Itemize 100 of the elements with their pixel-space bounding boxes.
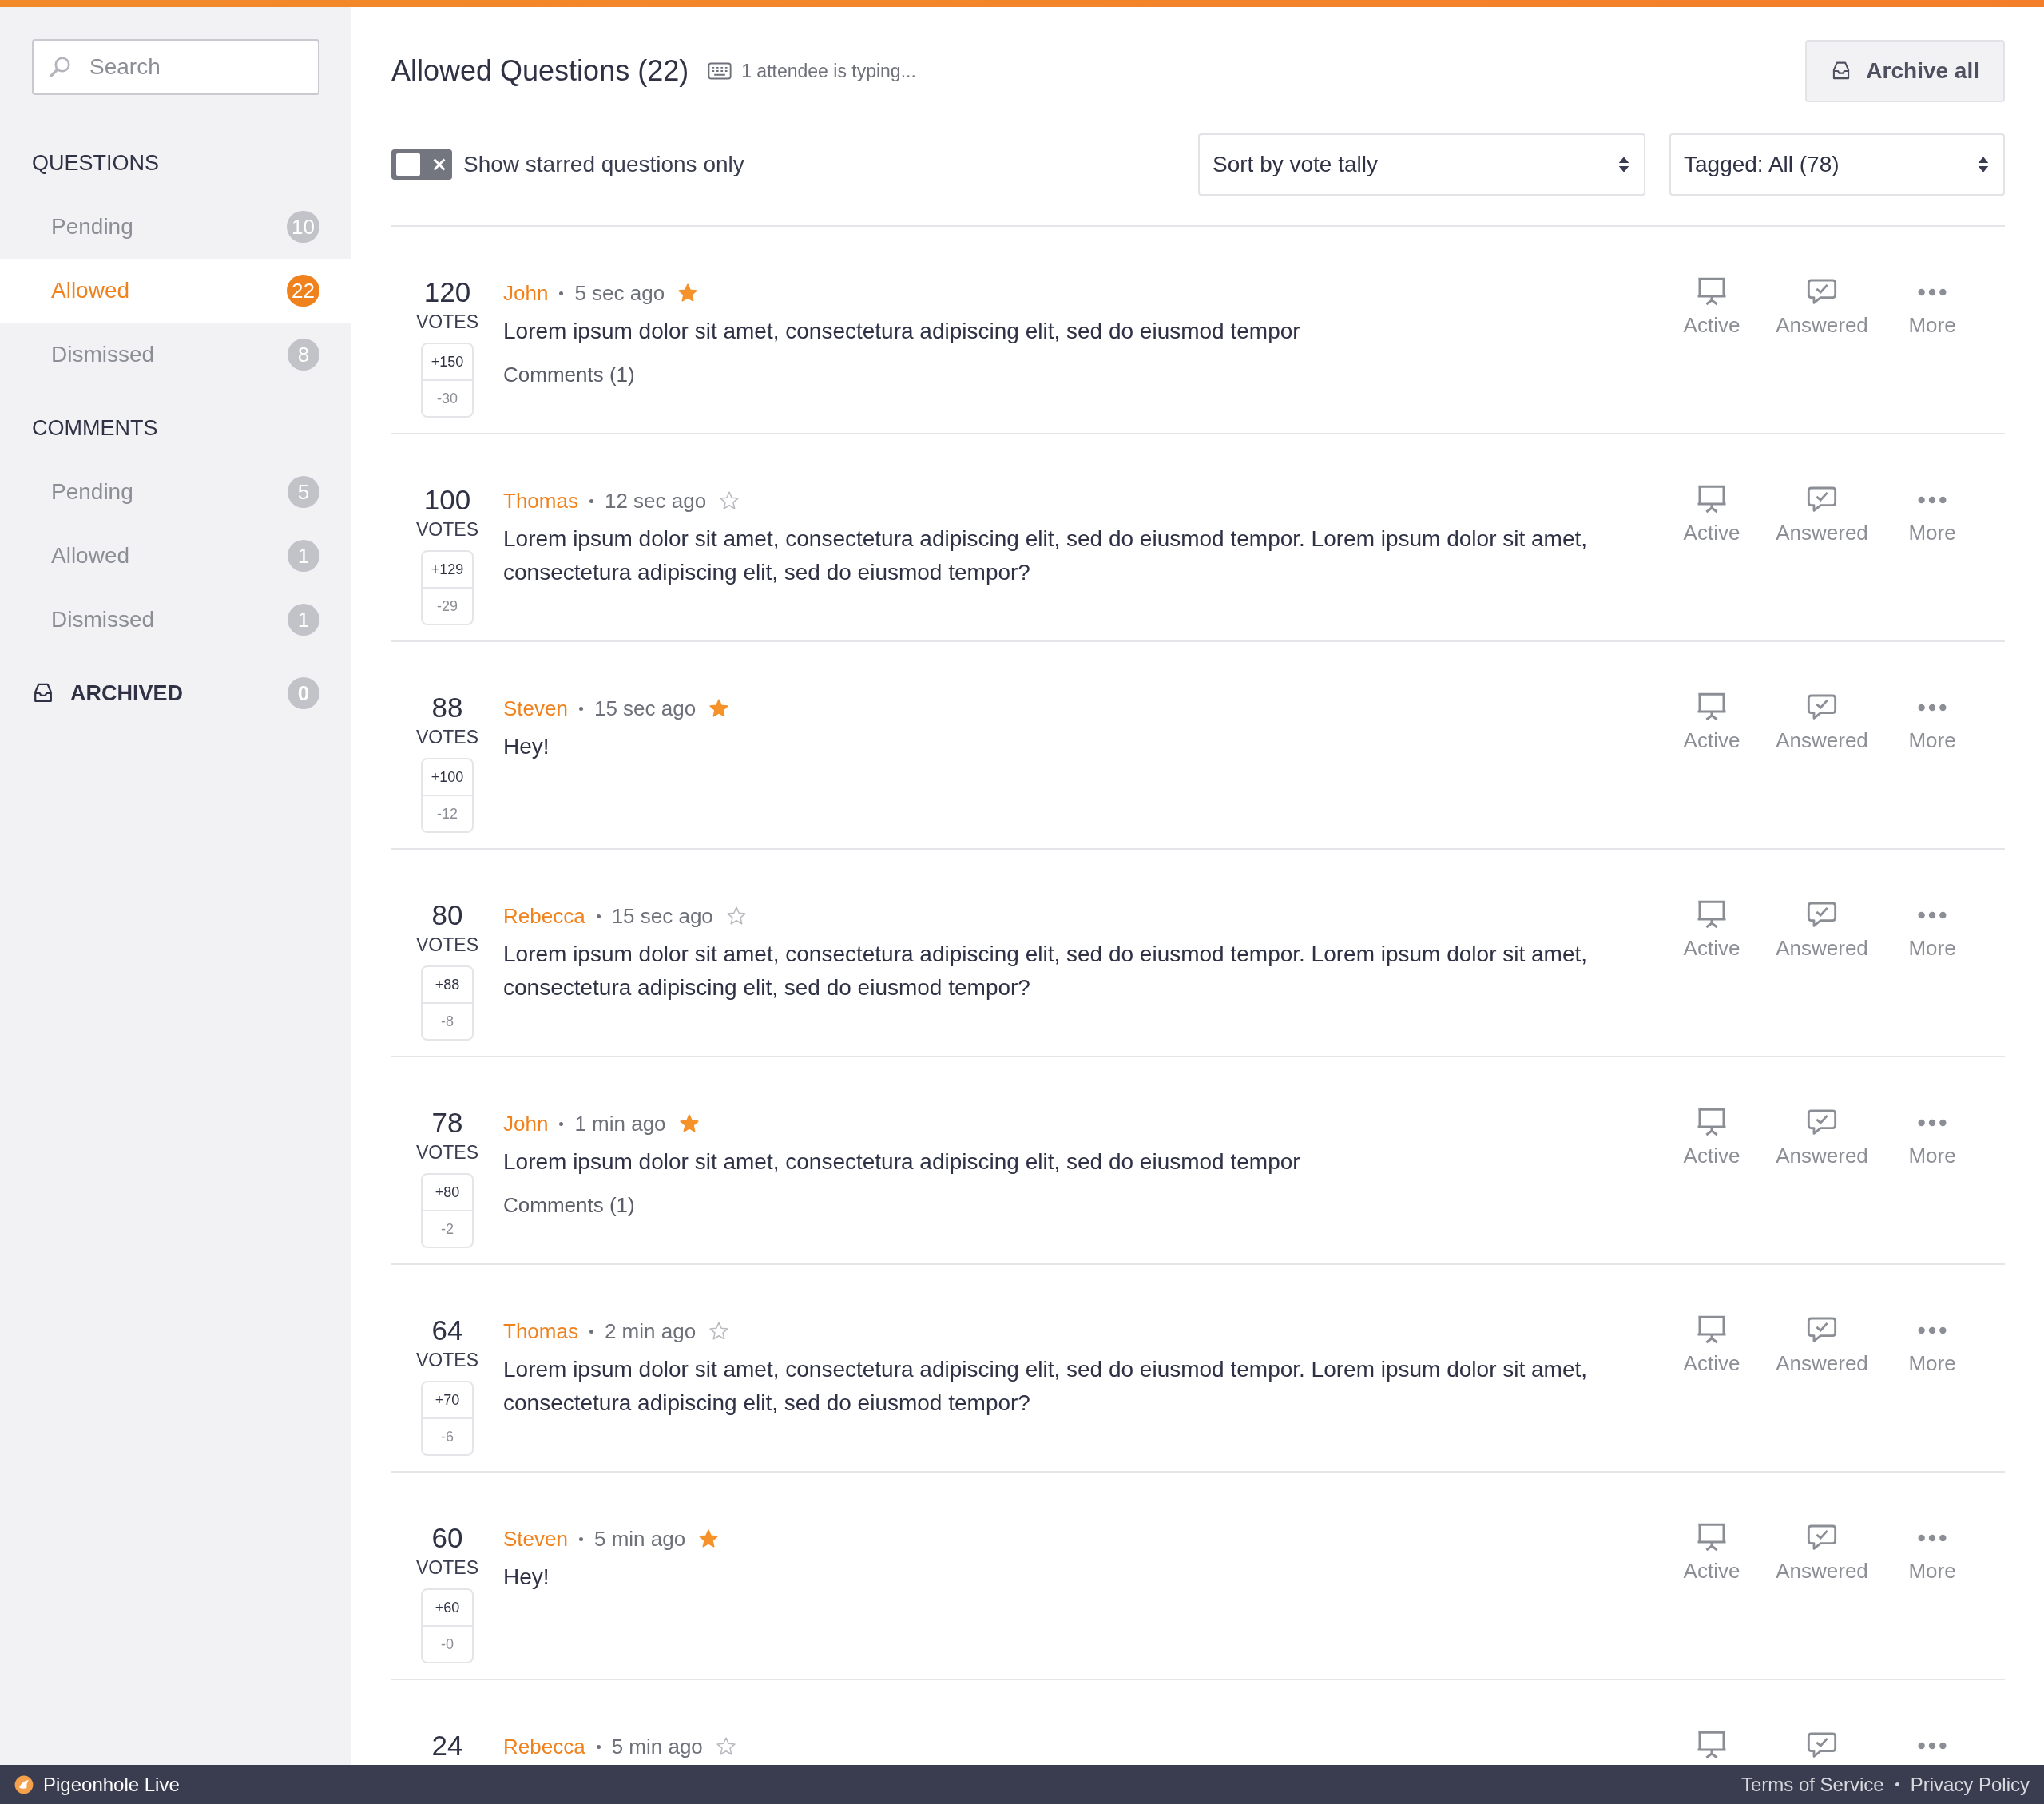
downvote-count: -29 [436, 597, 458, 616]
answered-button[interactable]: Answered [1775, 484, 1869, 640]
more-dots-icon[interactable] [1916, 1740, 1948, 1751]
author-link[interactable]: Rebecca [503, 1734, 585, 1759]
upvote-count: +60 [423, 1590, 472, 1627]
author-link[interactable]: Rebecca [503, 903, 585, 929]
star-icon[interactable] [677, 283, 699, 303]
star-outline-icon[interactable] [708, 1321, 730, 1342]
sidebar-item[interactable]: Pending 5 [0, 460, 351, 524]
sidebar-item[interactable]: Dismissed 1 [0, 588, 351, 652]
pigeon-logo-icon [14, 1774, 34, 1794]
author-link[interactable]: John [503, 1111, 549, 1136]
star-outline-icon[interactable] [715, 1736, 736, 1757]
question-text: Lorem ipsum dolor sit amet, consectetura adipiscing elit, sed do eiusmod tempor. Lorem ipsum dolor sit amet, consectetura adipiscing elit, sed do eiusmod tempor? [503, 941, 1589, 1001]
archived-item[interactable]: ARCHIVED 0 [0, 669, 351, 717]
more-button[interactable]: More [1885, 1314, 1979, 1471]
answered-button[interactable]: Answered [1775, 1522, 1869, 1679]
answered-button[interactable]: Answered [1775, 692, 1869, 848]
more-dots-icon [1916, 287, 1948, 298]
upvote-count: +80 [423, 1175, 472, 1211]
active-button[interactable]: Active [1665, 1522, 1759, 1679]
timestamp: 5 min ago [611, 1734, 703, 1759]
timestamp: 2 min ago [604, 1318, 697, 1344]
timestamp: 15 sec ago [611, 903, 713, 929]
question-text: Lorem ipsum dolor sit amet, consectetura adipiscing elit, sed do eiusmod tempor. Lorem ipsum dolor sit amet, consectetura adipiscing elit, sed do eiusmod tempor? [503, 525, 1589, 586]
toggle-switch[interactable] [391, 149, 452, 180]
comments-link[interactable]: Comments (1) [503, 1193, 1633, 1218]
count-badge: 10 [287, 211, 319, 243]
active-button[interactable]: Active [1665, 276, 1759, 433]
timestamp: 12 sec ago [604, 488, 707, 513]
vote-count: 60 [431, 1522, 463, 1554]
question-text: Hey! [503, 733, 550, 760]
vote-count: 88 [431, 692, 463, 724]
upvote-count: +129 [423, 552, 472, 589]
sidebar-item[interactable]: Dismissed 8 [0, 323, 351, 387]
search-field[interactable]: Search [32, 39, 319, 95]
archive-all-button[interactable]: Archive all [1805, 40, 2005, 102]
downvote-count: -6 [440, 1428, 454, 1446]
count-badge: 22 [287, 275, 319, 307]
more-dots-icon [1916, 494, 1948, 506]
tag-filter-dropdown[interactable]: Tagged: All (78) [1669, 133, 2005, 196]
count-badge: 1 [288, 540, 319, 572]
active-button[interactable]: Active [1665, 692, 1759, 848]
active-button[interactable]: Active [1665, 899, 1759, 1056]
more-button[interactable]: More [1885, 276, 1979, 433]
downvote-count: -0 [440, 1635, 454, 1654]
question-text: Lorem ipsum dolor sit amet, consectetura adipiscing elit, sed do eiusmod tempor [503, 318, 1301, 345]
answered-button[interactable]: Answered [1775, 1314, 1869, 1471]
more-button[interactable]: More [1885, 484, 1979, 640]
author-link[interactable]: John [503, 280, 549, 306]
active-button[interactable]: Active [1665, 1314, 1759, 1471]
comments-link[interactable]: Comments (1) [503, 363, 1633, 387]
star-outline-icon[interactable] [725, 906, 747, 926]
typing-status: 1 attendee is typing... [741, 60, 917, 82]
downvote-count: -30 [436, 390, 458, 408]
active-button[interactable]: Active [1665, 1107, 1759, 1263]
sort-dropdown[interactable]: Sort by vote tally [1198, 133, 1645, 196]
question-text: Hey! [503, 1564, 550, 1591]
section-heading: COMMENTS [32, 416, 159, 441]
votes-label: VOTES [416, 1350, 478, 1371]
more-button[interactable]: More [1885, 1107, 1979, 1263]
inbox-icon [32, 682, 54, 704]
downvote-count: -8 [440, 1013, 454, 1031]
star-icon[interactable] [678, 1113, 700, 1134]
more-dots-icon [1916, 1117, 1948, 1128]
footer-link[interactable]: Terms of Service [1740, 1773, 1884, 1796]
more-button[interactable]: More [1885, 899, 1979, 1056]
vote-count: 120 [423, 276, 471, 308]
sidebar-item[interactable]: Allowed 22 [0, 259, 351, 323]
votes-label: VOTES [416, 1142, 478, 1164]
upvote-count: +100 [423, 759, 472, 796]
upvote-count: +88 [423, 967, 472, 1004]
more-dots-icon [1916, 1325, 1948, 1336]
question-text: Lorem ipsum dolor sit amet, consectetura adipiscing elit, sed do eiusmod tempor. Lorem ipsum dolor sit amet, consectetura adipiscing elit, sed do eiusmod tempor? [503, 1356, 1589, 1417]
active-button[interactable]: Active [1665, 484, 1759, 640]
answered-button[interactable]: Answered [1775, 276, 1869, 433]
author-link[interactable]: Steven [503, 696, 568, 721]
more-button[interactable]: More [1885, 1522, 1979, 1679]
answered-button[interactable]: Answered [1775, 899, 1869, 1056]
author-link[interactable]: Thomas [503, 488, 578, 513]
sidebar-item[interactable]: Allowed 1 [0, 524, 351, 588]
author-link[interactable]: Thomas [503, 1318, 578, 1344]
votes-label: VOTES [416, 1557, 478, 1579]
votes-label: VOTES [416, 311, 478, 333]
timestamp: 5 min ago [593, 1526, 686, 1552]
count-badge: 1 [288, 604, 319, 636]
author-link[interactable]: Steven [503, 1526, 568, 1552]
section-heading: QUESTIONS [32, 151, 161, 176]
downvote-count: -12 [436, 805, 458, 823]
footer-link[interactable]: Privacy Policy [1910, 1773, 2030, 1796]
star-icon[interactable] [708, 698, 730, 719]
more-button[interactable]: More [1885, 692, 1979, 848]
answered-button[interactable]: Answered [1775, 1107, 1869, 1263]
star-outline-icon[interactable] [719, 490, 740, 511]
star-icon[interactable] [698, 1528, 720, 1549]
votes-label: VOTES [416, 519, 478, 541]
vote-count: 80 [431, 899, 463, 931]
sidebar-item[interactable]: Pending 10 [0, 195, 351, 259]
close-icon [433, 157, 446, 171]
more-dots-icon [1916, 1532, 1948, 1544]
